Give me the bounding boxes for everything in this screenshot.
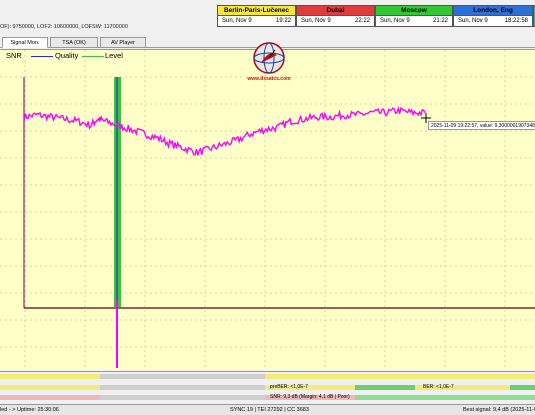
indicator-bar-top [0,374,535,379]
legend-level-line [82,56,104,57]
tab-av-player[interactable]: AV Player [100,37,146,48]
indicator-bar-ber-green [510,385,535,390]
clock-city: Berlin-Paris-Lučenec [218,6,295,16]
clock-offset: -1 [494,9,498,14]
status-uptime: led - > Uptime: 25:30:06 [0,407,59,413]
indicator-bar-preber-gray [100,385,265,390]
snr-series-line [23,105,426,156]
status-bar: led - > Uptime: 25:30:06 SYNC 19 | TEI 2… [0,404,535,415]
snr-bar-label: SNR: 9,3 dB (Margin: 4,1 dB | Poor) [270,394,350,400]
chart-grid [0,50,535,370]
status-best-signal: Best signal: 9,4 dB (2025-11-0 [463,407,535,413]
clock-dubai: Dubai +3 Sun, Nov 9 22:22 [296,5,375,27]
signal-chart-svg [0,50,535,370]
indicator-bars: preBER: <1,0E-7 BER: <1,0E-7 SNR: 9,3 dB… [0,371,535,404]
legend-quality: Quality [55,51,79,60]
clock-time: 21:22 [432,18,448,24]
clock-berlin: Berlin-Paris-Lučenec Sun, Nov 9 19:22 [217,5,296,27]
clock-date: Sun, Nov 9 [458,18,488,24]
clock-city: Dubai [297,6,374,16]
lof-info: OF): 9750000, LOF2: 10600000, LOFSW: 117… [0,24,128,30]
tab-signal-monitor[interactable]: Signal Mon. [2,37,48,48]
snr-bar-green [355,395,535,400]
status-sync: SYNC 19 | TEI 27292 | CC 3683 [230,407,309,413]
clock-date: Sun, Nov 9 [301,18,331,24]
clock-moscow: Moscow +2 Sun, Nov 9 21:22 [375,5,453,27]
clock-time: 18:22:58 [504,18,528,24]
indicator-bar-preber [0,385,535,390]
ber-label: BER: <1,0E-7 [423,384,454,390]
clock-offset: +2 [416,9,421,14]
clock-time: 22:22 [354,18,370,24]
value-tooltip: 2025-11-09 19:22:57, value: 9,3000001907… [428,121,535,130]
snr-bar-gray [100,395,265,400]
top-bar: OF): 9750000, LOF2: 10600000, LOFSW: 117… [0,0,535,36]
logo-site: www.dxsatcs.com [247,76,291,82]
signal-chart[interactable] [0,49,535,370]
tab-tsa[interactable]: TSA (OK) [50,37,98,48]
clock-time: 19:22 [275,18,291,24]
satellite-dish-icon [253,42,285,74]
clock-offset: +3 [337,9,342,14]
world-clocks: Berlin-Paris-Lučenec Sun, Nov 9 19:22 Dub… [217,5,535,27]
legend-level: Level [105,51,123,60]
preber-label: preBER: <1,0E-7 [270,384,308,390]
legend-snr: SNR [6,51,22,60]
clock-city: London, Eng [454,6,532,16]
indicator-bar-gray-segment [100,374,265,379]
dxsatcs-logo: www.dxsatcs.com [244,41,294,85]
legend-quality-line [31,56,53,57]
clock-city: Moscow [376,6,452,16]
clock-london: London, Eng -1 Sun, Nov 9 18:22:58 [453,5,533,27]
clock-date: Sun, Nov 9 [222,18,252,24]
indicator-bar-preber-green [355,385,415,390]
clock-date: Sun, Nov 9 [380,18,410,24]
